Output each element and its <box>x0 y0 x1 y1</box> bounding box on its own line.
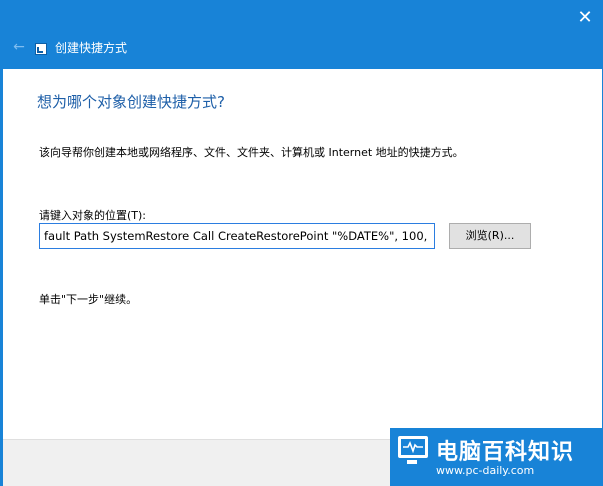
close-icon: ✕ <box>577 7 593 28</box>
window-title: 创建快捷方式 <box>55 41 128 55</box>
close-button[interactable]: ✕ <box>574 7 596 29</box>
watermark-banner: 电脑百科知识 www.pc-daily.com <box>390 428 603 486</box>
monitor-logo-icon <box>398 436 428 458</box>
wizard-content: 想为哪个对象创建快捷方式? 该向导帮你创建本地或网络程序、文件、文件夹、计算机或… <box>3 69 602 439</box>
watermark-url: www.pc-daily.com <box>436 464 535 477</box>
monitor-stand <box>407 460 417 464</box>
next-step-hint: 单击"下一步"继续。 <box>39 293 138 306</box>
location-label: 请键入对象的位置(T): <box>39 209 147 222</box>
back-button[interactable]: ← <box>11 39 27 55</box>
back-arrow-icon: ← <box>13 39 25 55</box>
location-input[interactable] <box>39 223 435 249</box>
create-shortcut-window: ✕ ← 创建快捷方式 想为哪个对象创建快捷方式? 该向导帮你创建本地或网络程序、… <box>2 0 603 486</box>
wizard-description: 该向导帮你创建本地或网络程序、文件、文件夹、计算机或 Internet 地址的快… <box>39 146 464 159</box>
watermark-name: 电脑百科知识 <box>436 440 575 465</box>
browse-button[interactable]: 浏览(R)... <box>449 223 531 249</box>
page-heading: 想为哪个对象创建快捷方式? <box>37 93 225 111</box>
title-bar: ✕ ← 创建快捷方式 <box>3 1 602 69</box>
pulse-line-icon <box>403 441 423 453</box>
shortcut-app-icon <box>35 43 47 55</box>
